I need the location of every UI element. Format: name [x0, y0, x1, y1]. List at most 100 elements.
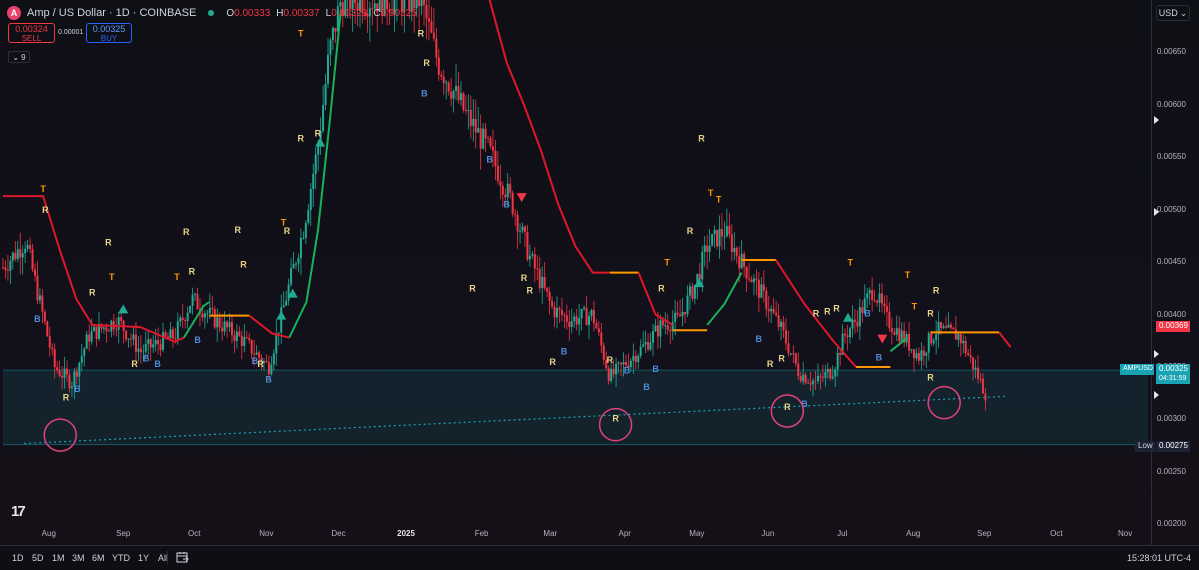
candle-body [169, 329, 172, 339]
candle-body [812, 380, 815, 385]
candle-body [565, 315, 568, 322]
candle-body [63, 368, 66, 378]
candle-body [866, 293, 869, 299]
candle-body [551, 300, 554, 307]
tradingview-logo-icon[interactable]: 17 [11, 503, 26, 520]
indicators-toggle[interactable]: ⌄ 9 [8, 51, 30, 63]
candle-body [46, 321, 49, 337]
candle-body [979, 378, 982, 380]
open-value: 0.00333 [234, 7, 271, 19]
range-button-3m[interactable]: 3M [72, 553, 85, 563]
alert-arrow-icon[interactable] [1154, 208, 1159, 216]
candle-body [452, 90, 455, 99]
candle-body [656, 325, 659, 337]
trend-triangle-up [276, 310, 287, 320]
signal-marker-B: B [755, 334, 762, 344]
currency-select[interactable]: USD ⌄ [1156, 5, 1190, 21]
candle-body [132, 334, 135, 340]
low-tag-label: Low [1135, 441, 1155, 452]
candle-body [4, 267, 7, 270]
candle-body [748, 278, 751, 280]
time-tick-label: Sep [116, 529, 131, 538]
signal-marker-R: R [257, 359, 264, 369]
candle-body [703, 245, 706, 252]
signal-marker-R: R [927, 373, 934, 383]
candle-body [102, 327, 105, 329]
candle-body [240, 335, 243, 346]
candle-body [767, 309, 770, 312]
candle-body [487, 137, 490, 139]
candle-body [597, 328, 600, 333]
buy-button[interactable]: 0.00325 BUY [86, 23, 132, 43]
range-button-ytd[interactable]: YTD [112, 553, 130, 563]
candle-body [514, 213, 517, 215]
candle-body [462, 93, 465, 110]
signal-marker-B: B [143, 354, 150, 364]
range-button-1m[interactable]: 1M [52, 553, 65, 563]
trend-triangle-down [516, 193, 527, 203]
candle-body [762, 284, 765, 291]
candle-body [235, 331, 238, 341]
candle-body [533, 254, 536, 269]
candle-body [509, 183, 512, 193]
clock-timezone[interactable]: 15:28:01 UTC-4 [1127, 553, 1191, 563]
signal-marker-T: T [109, 272, 115, 282]
calendar-goto-icon[interactable] [176, 551, 189, 563]
trend-triangle-up [315, 137, 326, 147]
candle-body [125, 330, 128, 340]
current-price-tag: 0.00325 04:31:59 [1156, 364, 1190, 384]
candle-body [932, 340, 935, 344]
candle-body [181, 317, 184, 321]
signal-marker-B: B [652, 364, 659, 374]
symbol-title[interactable]: Amp / US Dollar · 1D · COINBASE [27, 7, 196, 19]
candle-body [654, 325, 657, 332]
candle-body [272, 353, 275, 365]
signal-marker-R: R [813, 309, 820, 319]
candle-body [620, 362, 623, 365]
alert-arrow-icon[interactable] [1154, 350, 1159, 358]
candle-body [184, 320, 187, 322]
candle-body [592, 310, 595, 324]
candle-body [43, 311, 46, 322]
time-tick-label: 2025 [397, 529, 415, 538]
alert-arrow-icon[interactable] [1154, 391, 1159, 399]
candle-body [615, 363, 618, 375]
range-button-6m[interactable]: 6M [92, 553, 105, 563]
candle-body [440, 74, 443, 77]
market-open-icon [208, 10, 215, 16]
trailing-stop-line [3, 195, 185, 343]
alert-arrow-icon[interactable] [1154, 116, 1159, 124]
candle-body [883, 303, 886, 307]
candle-body [152, 344, 155, 348]
candle-body [277, 332, 280, 334]
trail-level-tag: 0.00369 [1156, 321, 1190, 332]
candle-body [590, 310, 593, 316]
candle-body [876, 300, 879, 303]
candle-body [464, 109, 467, 111]
candle-body [799, 376, 802, 382]
candle-body [196, 293, 199, 310]
signal-marker-R: R [784, 402, 791, 412]
candle-body [858, 307, 861, 327]
ohlc-values: O0.00333 H0.00337 L0.00323 C0.00325 [226, 8, 416, 19]
signal-marker-R: R [927, 309, 934, 319]
range-button-1d[interactable]: 1D [12, 553, 24, 563]
chart-canvas[interactable]: TRBRRTRBRBBRRTBRRB RBTRTRRRRBRBBRRRBRBRBB… [0, 0, 1199, 570]
candle-body [523, 226, 526, 233]
candle-body [720, 229, 723, 237]
candle-body [285, 300, 288, 306]
candle-body [83, 348, 86, 356]
candle-body [848, 328, 851, 338]
candle-body [558, 308, 561, 310]
candle-body [691, 286, 694, 299]
range-button-5d[interactable]: 5D [32, 553, 44, 563]
candle-body [802, 374, 805, 382]
candle-body [787, 343, 790, 354]
signal-marker-R: R [933, 286, 940, 296]
price-tick-label: 0.00300 [1157, 414, 1186, 424]
signal-marker-R: R [549, 357, 556, 367]
time-tick-label: Apr [618, 529, 631, 538]
range-button-1y[interactable]: 1Y [138, 553, 149, 563]
sell-button[interactable]: 0.00324 SELL [8, 23, 55, 43]
candle-body [450, 91, 453, 99]
